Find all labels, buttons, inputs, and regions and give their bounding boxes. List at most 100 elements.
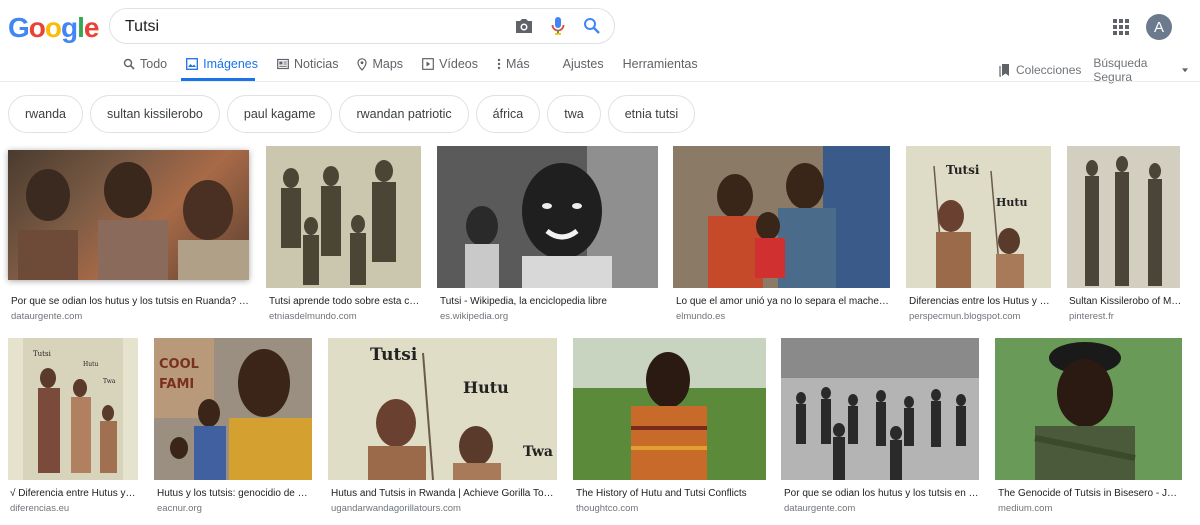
result-source[interactable]: diferencias.eu: [10, 503, 138, 514]
result-caption[interactable]: Por que se odian los hutus y los tutsis …: [11, 296, 251, 307]
caret-down-icon: [1181, 67, 1188, 72]
result-caption[interactable]: The History of Hutu and Tutsi Conflicts: [576, 488, 766, 499]
microphone-icon[interactable]: [548, 16, 568, 36]
chip-rwandan-patriotic[interactable]: rwandan patriotic: [339, 95, 469, 133]
result-source[interactable]: medium.com: [998, 503, 1182, 514]
avatar-initial: A: [1153, 18, 1164, 36]
tab-mas[interactable]: Más: [497, 55, 530, 73]
tab-label: Vídeos: [439, 57, 478, 71]
result-source[interactable]: dataurgente.com: [784, 503, 979, 514]
image-result[interactable]: Tutsi Hutu Twa √ Diferencia entre Hutus y …: [8, 338, 138, 518]
image-result[interactable]: Lo que el amor unió ya no lo separa el m…: [673, 146, 890, 326]
image-text-twa: Twa: [103, 378, 116, 385]
tools-link[interactable]: Herramientas: [623, 55, 698, 73]
result-source[interactable]: elmundo.es: [676, 311, 890, 322]
chip-label: sultan kissilerobo: [107, 107, 203, 121]
chip-etnia-tutsi[interactable]: etnia tutsi: [607, 95, 696, 133]
result-caption[interactable]: Tutsi - Wikipedia, la enciclopedia libre: [440, 296, 658, 307]
result-caption[interactable]: √ Diferencia entre Hutus y …: [10, 488, 138, 499]
more-vert-icon: [497, 58, 501, 70]
result-source[interactable]: dataurgente.com: [11, 311, 251, 322]
tab-videos[interactable]: Vídeos: [422, 55, 478, 73]
image-text-hutu: Hutu: [463, 378, 509, 397]
image-result[interactable]: The Genocide of Tutsis in Bisesero - Ju……: [995, 338, 1182, 518]
account-avatar[interactable]: A: [1146, 14, 1172, 40]
chip-twa[interactable]: twa: [547, 95, 601, 133]
result-source[interactable]: ugandarwandagorillatours.com: [331, 503, 557, 514]
image-result[interactable]: Por que se odian los hutus y los tutsis …: [6, 146, 254, 326]
image-result[interactable]: Tutsi - Wikipedia, la enciclopedia libre…: [437, 146, 658, 326]
image-result[interactable]: Tutsi Hutu Twa Hutus and Tutsis in Rwanda …: [328, 338, 557, 518]
header-divider: [0, 81, 1200, 82]
tab-maps[interactable]: Maps: [357, 55, 403, 73]
collections-link[interactable]: Colecciones: [999, 63, 1081, 77]
chip-label: paul kagame: [243, 107, 316, 121]
settings-link[interactable]: Ajustes: [563, 55, 604, 73]
search-tabs: Todo Imágenes Noticias Maps Vídeos Más A…: [123, 55, 717, 79]
result-source[interactable]: perspecmun.blogspot.com: [909, 311, 1051, 322]
result-thumbnail[interactable]: Tutsi Hutu Twa: [8, 338, 138, 480]
result-source[interactable]: etniasdelmundo.com: [269, 311, 421, 322]
google-logo[interactable]: Google: [8, 12, 99, 44]
chip-paul-kagame[interactable]: paul kagame: [226, 95, 333, 133]
image-result[interactable]: The History of Hutu and Tutsi Conflicts …: [573, 338, 766, 518]
result-caption[interactable]: The Genocide of Tutsis in Bisesero - Ju…: [998, 488, 1182, 499]
bookmark-icon: [999, 64, 1009, 77]
result-caption[interactable]: Diferencias entre los Hutus y l…: [909, 296, 1051, 307]
collections-label: Colecciones: [1016, 63, 1082, 77]
result-caption[interactable]: Hutus y los tutsis: genocidio de …: [157, 488, 312, 499]
result-thumbnail[interactable]: [673, 146, 890, 288]
result-caption[interactable]: Por que se odian los hutus y los tutsis …: [784, 488, 979, 499]
result-source[interactable]: pinterest.fr: [1069, 311, 1182, 322]
safesearch-label: Búsqueda Segura: [1093, 56, 1148, 84]
tab-label: Imágenes: [203, 57, 259, 71]
chip-label: áfrica: [492, 107, 524, 121]
result-caption[interactable]: Lo que el amor unió ya no lo separa el m…: [676, 296, 890, 307]
tab-label: Más: [505, 57, 530, 71]
image-text-twa: Twa: [523, 444, 553, 460]
safesearch-dropdown[interactable]: Búsqueda Segura: [1093, 56, 1188, 84]
result-thumbnail[interactable]: [437, 146, 658, 288]
image-result[interactable]: COOL FAMI Hutus y los tutsis: genocidio d…: [154, 338, 312, 518]
apps-grid-icon[interactable]: [1112, 18, 1130, 36]
chip-africa[interactable]: áfrica: [475, 95, 541, 133]
tools-label: Herramientas: [622, 57, 698, 71]
chip-sultan-kissilerobo[interactable]: sultan kissilerobo: [90, 95, 220, 133]
image-text-hutu: Hutu: [996, 196, 1027, 209]
result-thumbnail[interactable]: [573, 338, 766, 480]
result-source[interactable]: eacnur.org: [157, 503, 312, 514]
result-thumbnail[interactable]: Tutsi Hutu Twa: [328, 338, 557, 480]
right-tools: Colecciones Búsqueda Segura: [999, 56, 1200, 84]
result-thumbnail[interactable]: [266, 146, 421, 288]
result-thumbnail[interactable]: Tutsi Hutu: [906, 146, 1051, 288]
result-thumbnail[interactable]: [781, 338, 979, 480]
tab-todo[interactable]: Todo: [123, 55, 167, 73]
result-thumbnail[interactable]: COOL FAMI: [154, 338, 312, 480]
search-icon[interactable]: [582, 16, 602, 36]
chip-rwanda[interactable]: rwanda: [8, 95, 83, 133]
chip-label: rwandan patriotic: [356, 107, 452, 121]
tab-noticias[interactable]: Noticias: [277, 55, 338, 73]
image-result[interactable]: Tutsi aprende todo sobre esta c… etniasd…: [266, 146, 421, 326]
result-source[interactable]: es.wikipedia.org: [440, 311, 658, 322]
result-thumbnail[interactable]: [1067, 146, 1180, 288]
search-box: [109, 8, 615, 44]
chip-label: rwanda: [25, 107, 66, 121]
result-thumbnail[interactable]: [8, 150, 249, 280]
result-caption[interactable]: Tutsi aprende todo sobre esta c…: [269, 296, 421, 307]
camera-icon[interactable]: [514, 16, 534, 36]
logo-letter: G: [8, 12, 30, 43]
tab-label: Maps: [372, 57, 404, 71]
result-source[interactable]: thoughtco.com: [576, 503, 766, 514]
image-result[interactable]: Tutsi Hutu Diferencias entre los Hutus y …: [906, 146, 1051, 326]
video-icon: [422, 58, 434, 70]
image-result[interactable]: Por que se odian los hutus y los tutsis …: [781, 338, 979, 518]
result-caption[interactable]: Hutus and Tutsis in Rwanda | Achieve Gor…: [331, 488, 557, 499]
result-thumbnail[interactable]: [995, 338, 1182, 480]
search-input[interactable]: [125, 18, 505, 36]
tab-imagenes[interactable]: Imágenes: [186, 55, 258, 73]
image-text-tutsi: Tutsi: [946, 163, 980, 177]
map-pin-icon: [357, 57, 368, 71]
image-result[interactable]: Sultan Kissilerobo of M… pinterest.fr: [1067, 146, 1182, 326]
result-caption[interactable]: Sultan Kissilerobo of M…: [1069, 296, 1182, 307]
